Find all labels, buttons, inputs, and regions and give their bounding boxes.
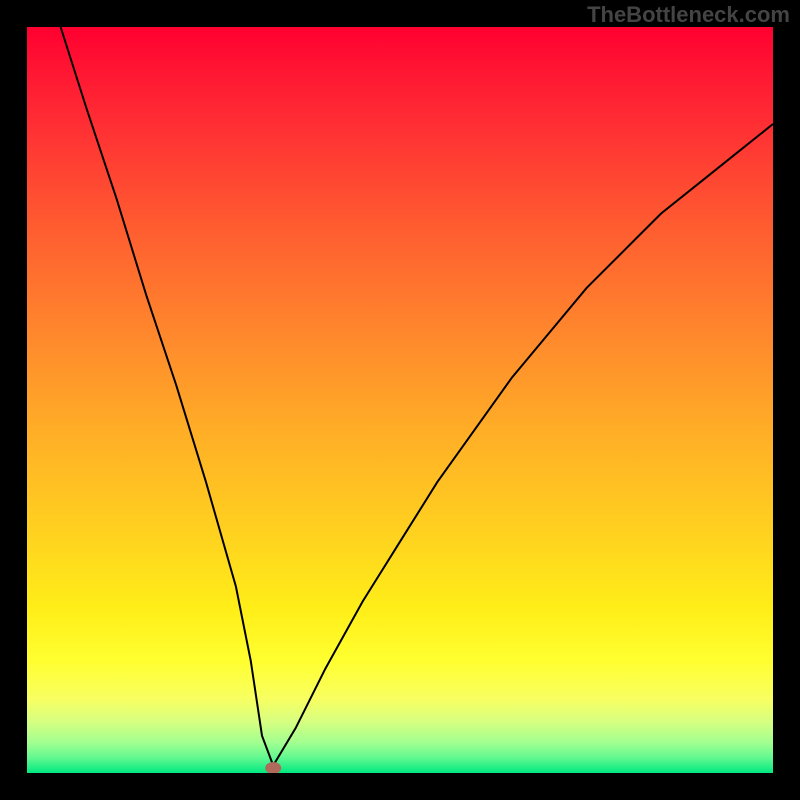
min-marker-icon — [265, 762, 281, 773]
bottleneck-curve — [61, 27, 773, 766]
curve-svg — [27, 27, 773, 773]
watermark-text: TheBottleneck.com — [587, 2, 790, 28]
chart-container: TheBottleneck.com — [0, 0, 800, 800]
plot-area — [27, 27, 773, 773]
